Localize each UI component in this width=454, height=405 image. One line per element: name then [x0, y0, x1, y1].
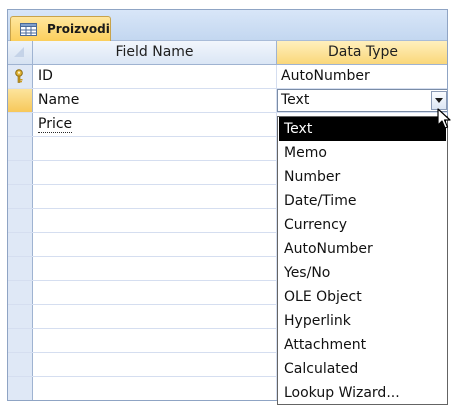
data-type-combobox[interactable]: Text: [277, 89, 447, 112]
option-attachment[interactable]: Attachment: [279, 333, 446, 357]
row-selector[interactable]: [8, 257, 33, 280]
data-type-dropdown-list[interactable]: Text Memo Number Date/Time Currency Auto…: [277, 116, 448, 405]
select-all-corner[interactable]: [8, 41, 33, 65]
row-selector[interactable]: [8, 281, 33, 304]
data-type-combobox-value: Text: [281, 92, 310, 108]
field-name-cell[interactable]: [33, 185, 277, 208]
option-hyperlink[interactable]: Hyperlink: [279, 309, 446, 333]
row-selector[interactable]: [8, 185, 33, 208]
field-name-cell[interactable]: [33, 377, 277, 400]
table-row-current[interactable]: Name Text: [8, 89, 447, 113]
dropdown-arrow-icon: [435, 98, 443, 103]
field-name-cell[interactable]: [33, 353, 277, 376]
option-date-time[interactable]: Date/Time: [279, 189, 446, 213]
row-selector[interactable]: [8, 161, 33, 184]
field-name-header[interactable]: Field Name: [33, 41, 277, 65]
mouse-pointer-icon: [437, 108, 451, 129]
table-row[interactable]: ID AutoNumber: [8, 65, 447, 89]
tab-label: Proizvodi: [47, 22, 110, 36]
data-type-header[interactable]: Data Type: [277, 41, 447, 65]
option-calculated[interactable]: Calculated: [279, 357, 446, 381]
field-name-cell[interactable]: [33, 281, 277, 304]
row-selector[interactable]: [8, 329, 33, 352]
row-selector[interactable]: [8, 209, 33, 232]
field-name-cell[interactable]: [33, 257, 277, 280]
option-currency[interactable]: Currency: [279, 213, 446, 237]
field-name-cell[interactable]: Name: [33, 89, 277, 112]
row-selector-current[interactable]: [8, 89, 33, 112]
option-number[interactable]: Number: [279, 165, 446, 189]
row-selector[interactable]: [8, 377, 33, 400]
field-name-cell[interactable]: [33, 233, 277, 256]
primary-key-icon: [15, 69, 23, 83]
data-type-cell[interactable]: AutoNumber: [277, 65, 447, 88]
row-selector[interactable]: [8, 113, 33, 136]
option-ole-object[interactable]: OLE Object: [279, 285, 446, 309]
row-selector[interactable]: [8, 353, 33, 376]
option-lookup-wizard[interactable]: Lookup Wizard...: [279, 381, 446, 405]
field-name-cell[interactable]: ID: [33, 65, 277, 88]
table-icon: [20, 23, 37, 36]
field-name-cell[interactable]: [33, 329, 277, 352]
field-name-text: Price: [38, 116, 73, 133]
field-name-cell[interactable]: [33, 137, 277, 160]
option-autonumber[interactable]: AutoNumber: [279, 237, 446, 261]
row-selector[interactable]: [8, 65, 33, 88]
row-selector[interactable]: [8, 305, 33, 328]
tab-proizvodi[interactable]: Proizvodi: [10, 16, 111, 41]
field-name-cell[interactable]: [33, 209, 277, 232]
row-selector[interactable]: [8, 137, 33, 160]
field-name-cell[interactable]: [33, 161, 277, 184]
field-name-cell[interactable]: [33, 305, 277, 328]
row-selector[interactable]: [8, 233, 33, 256]
field-name-cell[interactable]: Price: [33, 113, 277, 136]
option-yes-no[interactable]: Yes/No: [279, 261, 446, 285]
option-memo[interactable]: Memo: [279, 141, 446, 165]
document-tab-strip: Proizvodi: [8, 10, 447, 41]
corner-triangle-icon: [14, 47, 24, 57]
option-text[interactable]: Text: [279, 117, 446, 141]
